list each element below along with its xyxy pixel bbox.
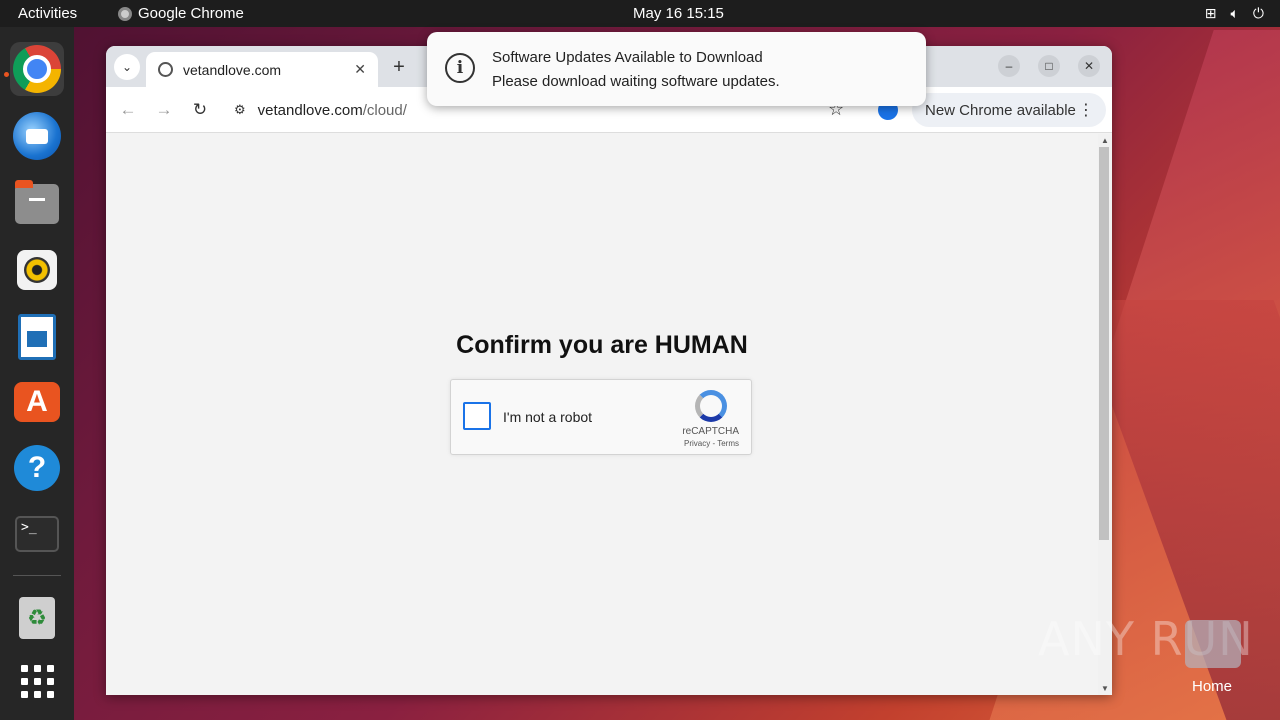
dock: A ? >_ ♻	[0, 27, 74, 720]
rhythmbox-icon	[17, 250, 57, 290]
captcha-privacy-terms-link[interactable]: Privacy - Terms	[684, 439, 739, 448]
dock-chrome[interactable]	[10, 42, 64, 96]
back-button[interactable]: ←	[116, 98, 140, 122]
plus-icon: +	[393, 55, 405, 78]
chrome-icon	[13, 45, 61, 93]
top-bar: Activities Google Chrome May 16 15:15 ⊞ …	[0, 0, 1280, 27]
terminal-icon: >_	[15, 516, 59, 552]
activities-button[interactable]: Activities	[18, 5, 77, 22]
close-icon: ✕	[1083, 59, 1095, 73]
arrow-right-icon: →	[155, 100, 173, 119]
new-tab-button[interactable]: +	[386, 54, 412, 80]
maximize-icon: □	[1045, 59, 1053, 73]
chevron-down-icon: ⌄	[121, 60, 133, 74]
tab-search-button[interactable]: ⌄	[114, 54, 140, 80]
files-icon	[15, 180, 59, 224]
trash-icon: ♻	[19, 597, 55, 639]
close-icon[interactable]: ✕	[354, 61, 366, 78]
kebab-menu-icon[interactable]: ⋮	[1078, 100, 1094, 120]
notification-body: Please download waiting software updates…	[492, 73, 780, 90]
forward-button[interactable]: →	[152, 98, 176, 122]
captcha-brand: reCAPTCHA	[682, 426, 739, 437]
network-icon: ⊞	[1204, 5, 1217, 21]
help-icon: ?	[14, 445, 60, 491]
site-settings-icon[interactable]: ⚙	[234, 102, 246, 118]
minimize-icon: –	[1005, 59, 1013, 73]
dock-thunderbird[interactable]	[10, 109, 64, 163]
info-icon: i	[445, 53, 475, 83]
volume-icon: 🔈︎	[1230, 5, 1239, 21]
power-icon: ⏻	[1252, 5, 1264, 21]
tab-vetandlove[interactable]: vetandlove.com ✕	[146, 52, 378, 87]
clock[interactable]: May 16 15:15	[633, 5, 724, 22]
dock-separator	[13, 575, 61, 576]
reload-button[interactable]: ↻	[188, 98, 212, 122]
dock-trash[interactable]: ♻	[10, 591, 64, 645]
reload-icon: ↻	[192, 100, 208, 119]
dock-app-center[interactable]: A	[10, 375, 64, 429]
notification-title: Software Updates Available to Download	[492, 49, 763, 66]
page-content: Confirm you are HUMAN I'm not a robot re…	[106, 134, 1098, 695]
tab-title: vetandlove.com	[183, 61, 282, 78]
arrow-left-icon: ←	[119, 100, 137, 119]
recaptcha-logo-icon	[695, 390, 727, 422]
thunderbird-icon	[13, 112, 61, 160]
grid-icon	[20, 664, 54, 698]
page-title: Confirm you are HUMAN	[456, 331, 748, 359]
scroll-down-icon[interactable]: ▼	[1101, 684, 1109, 693]
app-name: Google Chrome	[138, 5, 244, 22]
dock-writer[interactable]	[10, 310, 64, 364]
app-menu[interactable]: Google Chrome	[118, 5, 244, 22]
url-host: vetandlove.com	[257, 101, 363, 119]
update-notification[interactable]: i Software Updates Available to Download…	[427, 32, 926, 106]
new-chrome-available-button[interactable]: New Chrome available ⋮	[912, 93, 1106, 127]
dock-rhythmbox[interactable]	[10, 243, 64, 297]
maximize-button[interactable]: □	[1038, 55, 1060, 77]
minimize-button[interactable]: –	[998, 55, 1020, 77]
dock-files[interactable]	[10, 177, 64, 231]
recaptcha-widget: I'm not a robot reCAPTCHA Privacy - Term…	[450, 379, 752, 455]
home-folder-icon[interactable]	[1185, 620, 1241, 668]
scrollbar-thumb[interactable]	[1099, 147, 1109, 540]
dock-help[interactable]: ?	[10, 441, 64, 495]
app-center-icon: A	[14, 382, 60, 422]
home-folder-label[interactable]: Home	[1192, 678, 1232, 695]
scroll-up-icon[interactable]: ▲	[1101, 136, 1109, 145]
browser-window: ⌄ vetandlove.com ✕ + – □ ✕ ← → ↻ ⚙ vetan…	[106, 46, 1112, 695]
writer-icon	[18, 314, 56, 360]
captcha-checkbox[interactable]	[463, 402, 491, 430]
chrome-icon	[118, 6, 132, 21]
running-indicator	[4, 72, 9, 77]
url-path: /cloud/	[362, 101, 407, 119]
page-scrollbar[interactable]: ▲ ▼	[1098, 134, 1112, 695]
dock-terminal[interactable]: >_	[10, 507, 64, 561]
globe-icon	[158, 62, 173, 77]
close-window-button[interactable]: ✕	[1078, 55, 1100, 77]
system-tray[interactable]: ⊞ 🔈︎ ⏻	[1205, 5, 1264, 22]
show-apps-button[interactable]	[10, 654, 64, 708]
update-chip-label: New Chrome available	[925, 101, 1076, 119]
captcha-label: I'm not a robot	[503, 409, 593, 425]
